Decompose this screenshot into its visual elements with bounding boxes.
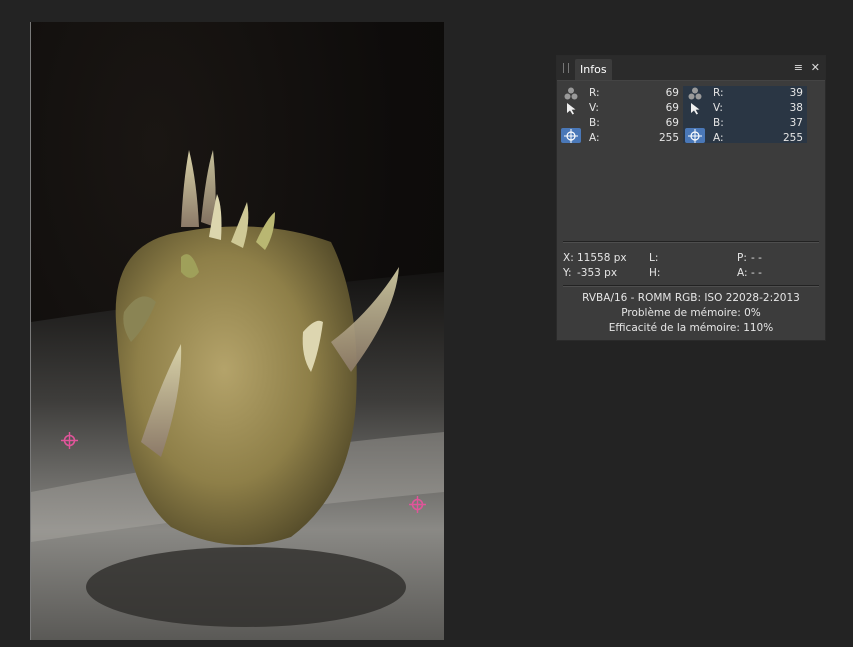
divider: [563, 285, 819, 287]
channel-row-r: R: 39: [713, 86, 803, 101]
sampler-readout-left: R: 69 V: 69 B: 69 A: 255: [559, 86, 683, 146]
channel-label: R:: [713, 87, 724, 99]
coordinates-readout: X: 11558 px Y: -353 px L: H: P: - - A: -…: [563, 251, 819, 281]
icon-spacer: [685, 116, 705, 128]
p-label: P:: [737, 252, 747, 264]
info-panel: Infos ≡ ✕ R: 69 V: 69 B: 69 A: 255 R: 39…: [556, 55, 826, 341]
channel-value: 69: [665, 102, 679, 114]
channel-row-a: A: 255: [589, 131, 679, 146]
l-label: L:: [649, 252, 659, 264]
channel-row-b: B: 69: [589, 116, 679, 131]
tab-infos[interactable]: Infos: [575, 59, 612, 80]
color-channels-icon[interactable]: [685, 86, 705, 101]
color-channels-icon[interactable]: [561, 86, 581, 101]
potato-photo: [31, 150, 444, 640]
channel-row-v: V: 69: [589, 101, 679, 116]
drag-grip-icon[interactable]: [563, 63, 569, 73]
y-label: Y:: [563, 267, 572, 279]
channel-label: A:: [713, 132, 724, 144]
channel-value: 38: [789, 102, 803, 114]
close-icon[interactable]: ✕: [811, 60, 820, 76]
channel-value: 39: [789, 87, 803, 99]
channel-value: 69: [665, 117, 679, 129]
channel-value: 69: [665, 87, 679, 99]
channel-label: V:: [713, 102, 723, 114]
a-label: A:: [737, 267, 748, 279]
crosshair-icon[interactable]: [685, 128, 705, 143]
channel-row-a: A: 255: [713, 131, 803, 146]
a-value: - -: [751, 267, 762, 279]
pointer-icon[interactable]: [685, 101, 705, 116]
panel-header: Infos ≡ ✕: [557, 56, 825, 81]
divider: [563, 241, 819, 243]
x-value: 11558 px: [577, 252, 627, 264]
memory-efficiency-text: Efficacité de la mémoire: 110%: [608, 322, 774, 334]
document-canvas[interactable]: [30, 22, 444, 640]
channel-label: B:: [713, 117, 724, 129]
channel-label: A:: [589, 132, 600, 144]
memory-problem-text: Problème de mémoire: 0%: [621, 307, 761, 319]
h-label: H:: [649, 267, 661, 279]
crosshair-icon[interactable]: [561, 128, 581, 143]
icon-spacer: [561, 116, 581, 128]
p-value: - -: [751, 252, 762, 264]
channel-label: B:: [589, 117, 600, 129]
panel-menu-icon[interactable]: ≡: [794, 60, 803, 76]
sampler-readout-right: R: 39 V: 38 B: 37 A: 255: [683, 86, 807, 146]
channel-value: 255: [658, 132, 679, 144]
channel-row-v: V: 38: [713, 101, 803, 116]
y-value: -353 px: [577, 267, 618, 279]
pointer-icon[interactable]: [561, 101, 581, 116]
channel-value: 255: [782, 132, 803, 144]
channel-value: 37: [789, 117, 803, 129]
channel-row-r: R: 69: [589, 86, 679, 101]
channel-label: V:: [589, 102, 599, 114]
color-format-text: RVBA/16 - ROMM RGB: ISO 22028-2:2013: [582, 292, 800, 304]
sampler-marker-1[interactable]: [61, 432, 78, 449]
channel-label: R:: [589, 87, 600, 99]
x-label: X:: [563, 252, 574, 264]
sampler-marker-2[interactable]: [409, 496, 426, 513]
channel-row-b: B: 37: [713, 116, 803, 131]
